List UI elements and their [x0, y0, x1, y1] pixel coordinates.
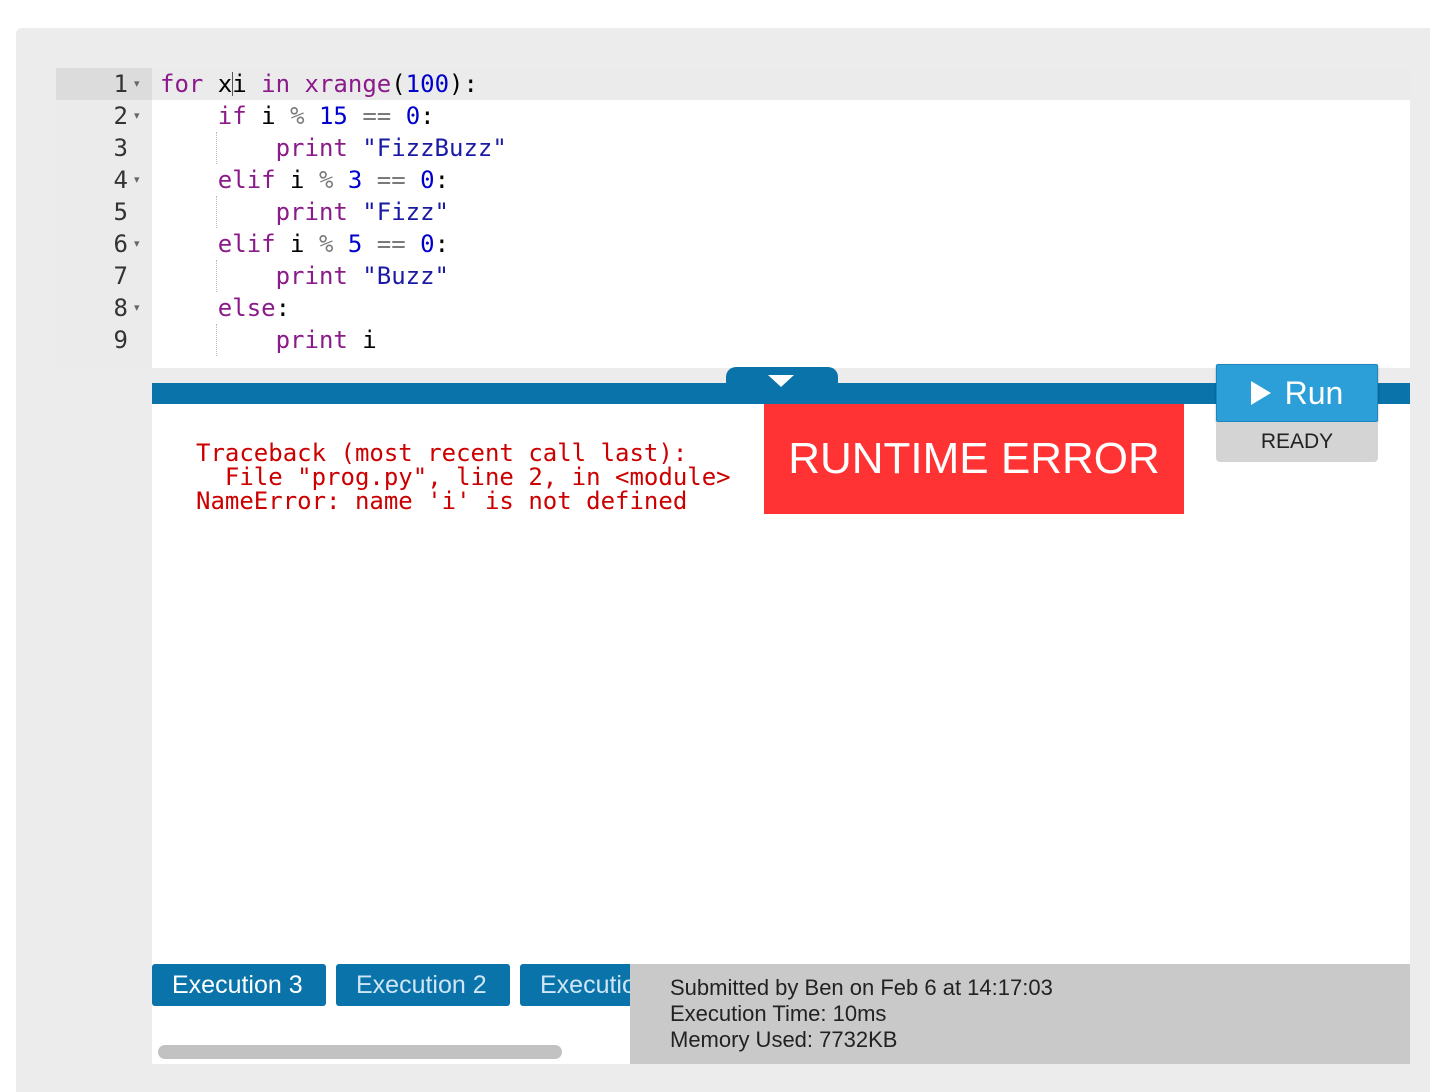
tab-execution-2[interactable]: Execution 2 — [336, 964, 510, 1006]
fold-arrow-icon[interactable]: ▾ — [134, 228, 140, 260]
line-number: 2 — [56, 100, 128, 132]
code-line: print i — [160, 324, 377, 356]
run-control: Run READY — [1216, 364, 1378, 462]
code-line: print "Fizz" — [160, 196, 449, 228]
execution-info-panel: Submitted by Ben on Feb 6 at 14:17:03 Ex… — [630, 964, 1410, 1064]
collapse-toggle[interactable] — [726, 367, 838, 404]
line-number: 5 — [56, 196, 128, 228]
line-number: 6 — [56, 228, 128, 260]
code-line: print "FizzBuzz" — [160, 132, 507, 164]
code-line: else: — [160, 292, 290, 324]
code-line: if i % 15 == 0: — [160, 100, 435, 132]
line-number: 3 — [56, 132, 128, 164]
play-icon — [1251, 381, 1271, 405]
code-line: elif i % 3 == 0: — [160, 164, 449, 196]
line-number: 9 — [56, 324, 128, 356]
fold-arrow-icon[interactable]: ▾ — [134, 100, 140, 132]
run-button[interactable]: Run — [1216, 364, 1378, 422]
runtime-error-badge: RUNTIME ERROR — [764, 404, 1184, 514]
fold-arrow-icon[interactable]: ▾ — [134, 164, 140, 196]
line-number: 8 — [56, 292, 128, 324]
line-number: 1 — [56, 68, 128, 100]
text-cursor — [232, 72, 233, 96]
tab-execution-3[interactable]: Execution 3 — [152, 964, 326, 1006]
code-line: for xi in xrange(100): — [160, 68, 478, 100]
run-status: READY — [1216, 422, 1378, 462]
fold-arrow-icon[interactable]: ▾ — [134, 292, 140, 324]
submitted-info: Submitted by Ben on Feb 6 at 14:17:03 — [670, 975, 1410, 1001]
tabs-scrollbar[interactable] — [152, 1040, 630, 1064]
line-number: 7 — [56, 260, 128, 292]
output-panel: Traceback (most recent call last): File … — [152, 383, 1410, 1064]
traceback-output: Traceback (most recent call last): File … — [196, 441, 731, 513]
code-line: elif i % 5 == 0: — [160, 228, 449, 260]
memory-used: Memory Used: 7732KB — [670, 1027, 1410, 1053]
run-button-label: Run — [1285, 375, 1344, 412]
scrollbar-thumb[interactable] — [158, 1045, 562, 1059]
execution-time: Execution Time: 10ms — [670, 1001, 1410, 1027]
code-line: print "Buzz" — [160, 260, 449, 292]
fold-arrow-icon[interactable]: ▾ — [134, 68, 140, 100]
chevron-down-icon — [768, 375, 794, 387]
line-number: 4 — [56, 164, 128, 196]
code-editor[interactable]: 1 2 3 4 5 6 7 8 9 ▾ ▾ ▾ ▾ ▾ for xi in xr… — [56, 68, 1410, 368]
